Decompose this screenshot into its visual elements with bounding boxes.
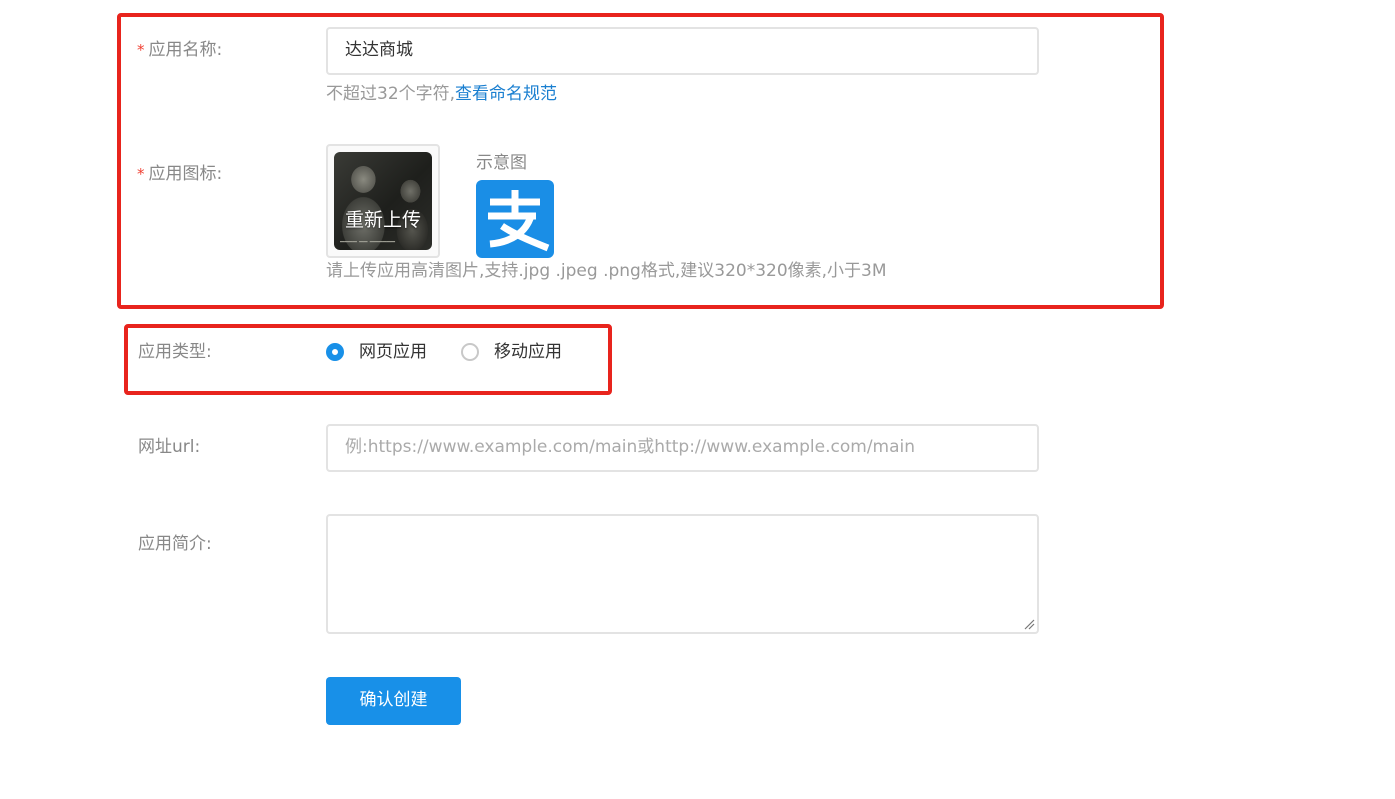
- radio-web-app[interactable]: [326, 343, 344, 361]
- app-name-value: 达达商城: [345, 40, 413, 60]
- resize-handle-icon[interactable]: [1023, 618, 1035, 630]
- app-type-label: 应用类型:: [138, 342, 212, 362]
- preview-title: 示意图: [476, 153, 527, 173]
- icon-upload-box[interactable]: 重新上传 ━━━━ ━━ ━━━━━━: [326, 144, 440, 258]
- naming-rules-link[interactable]: 查看命名规范: [455, 84, 557, 104]
- radio-mobile-app-label[interactable]: 移动应用: [494, 342, 562, 362]
- alipay-icon: [476, 180, 554, 258]
- app-icon-label: * 应用图标:: [137, 164, 223, 184]
- icon-hint: 请上传应用高清图片,支持.jpg .jpeg .png格式,建议320*320像…: [326, 261, 887, 281]
- radio-mobile-app[interactable]: [461, 343, 479, 361]
- url-label: 网址url:: [138, 437, 201, 457]
- app-name-label: * 应用名称:: [137, 40, 223, 60]
- app-name-input[interactable]: 达达商城: [326, 27, 1039, 75]
- uploaded-icon-image: 重新上传 ━━━━ ━━ ━━━━━━: [334, 152, 432, 250]
- app-name-hint: 不超过32个字符,查看命名规范: [326, 84, 558, 104]
- intro-textarea[interactable]: [326, 514, 1039, 634]
- reupload-button[interactable]: 重新上传: [334, 208, 432, 232]
- intro-label: 应用简介:: [138, 534, 212, 554]
- image-caption-decoration: ━━━━ ━━ ━━━━━━: [340, 238, 396, 246]
- confirm-create-button[interactable]: 确认创建: [326, 677, 461, 725]
- url-input[interactable]: 例:https://www.example.com/main或http://ww…: [326, 424, 1039, 472]
- url-placeholder: 例:https://www.example.com/main或http://ww…: [345, 437, 916, 457]
- required-mark: *: [137, 165, 145, 183]
- radio-web-app-label[interactable]: 网页应用: [359, 342, 427, 362]
- required-mark: *: [137, 41, 145, 59]
